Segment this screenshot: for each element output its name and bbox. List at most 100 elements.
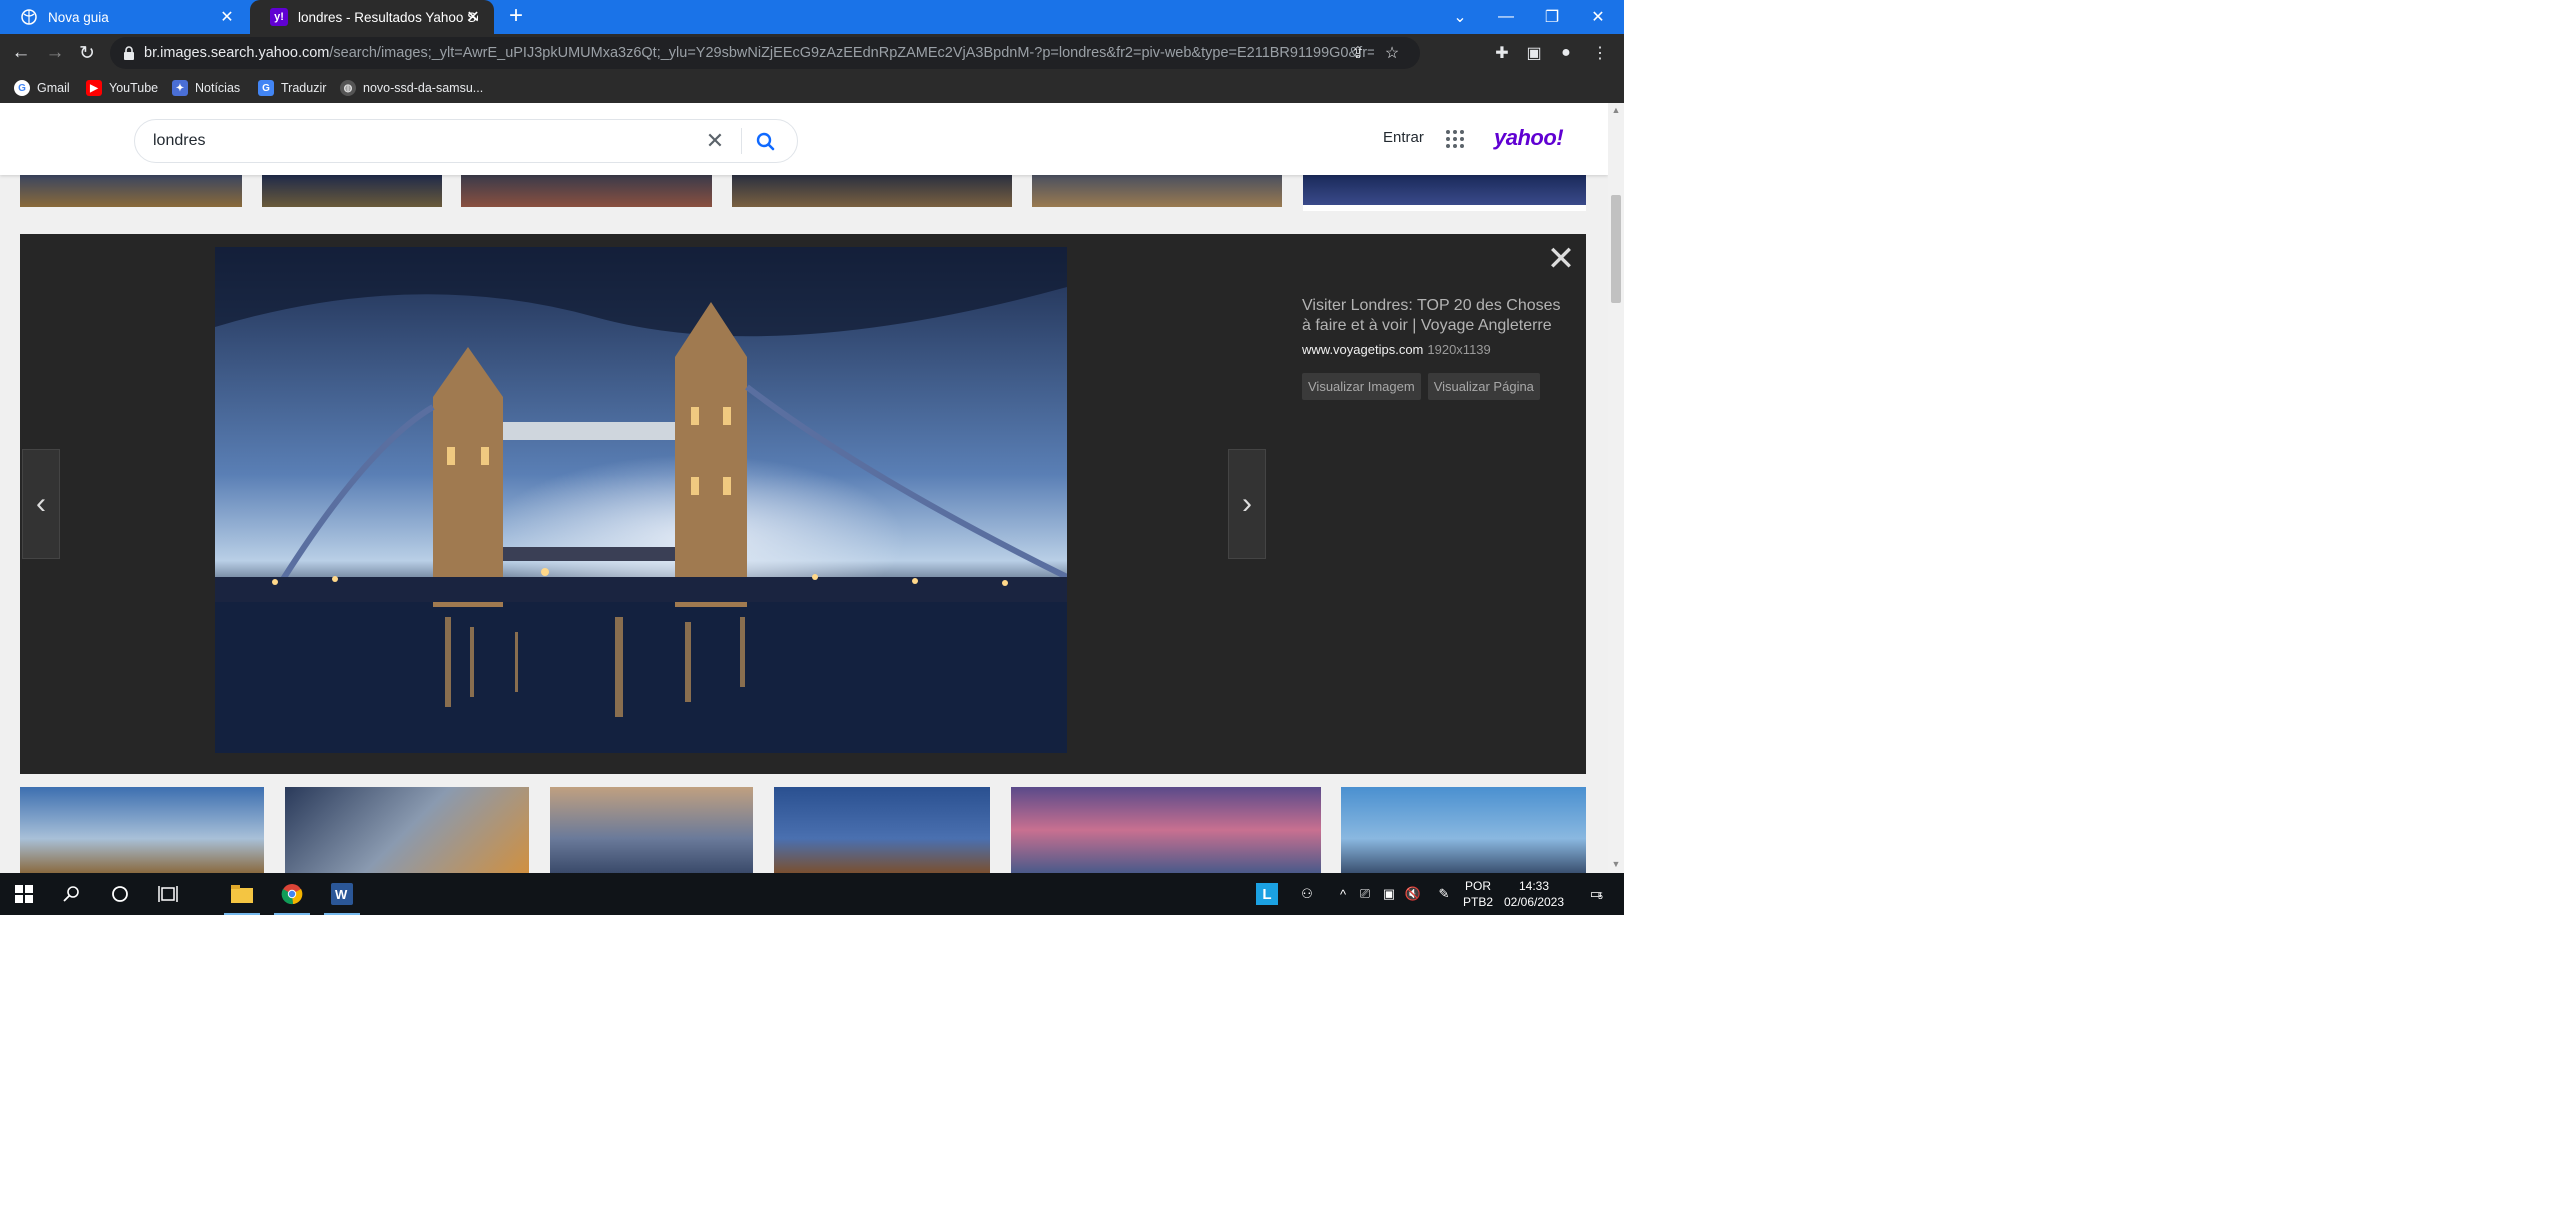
forward-button[interactable]: → (42, 40, 68, 66)
back-button[interactable]: ← (8, 40, 34, 66)
clear-search-icon[interactable]: ✕ (703, 130, 727, 154)
reload-button[interactable]: ↻ (74, 40, 100, 66)
minimize-button[interactable]: — (1480, 0, 1532, 34)
tab-new-tab[interactable]: Nova guia ✕ (0, 0, 248, 34)
bookmark-label: YouTube (109, 81, 159, 95)
google-icon: G (14, 80, 30, 96)
scrollbar-thumb[interactable] (1611, 195, 1621, 303)
tower-bridge-image[interactable] (215, 247, 1067, 753)
word-icon[interactable]: W (318, 873, 366, 915)
image-viewer: ‹ › ✕ Visiter Londres: TOP 20 des Choses… (20, 234, 1586, 774)
thumbnail-image[interactable] (461, 175, 712, 207)
language-code: POR (1464, 879, 1491, 893)
thumbnail-image[interactable] (774, 787, 990, 873)
bookmark-traduzir[interactable]: G Traduzir (258, 78, 326, 98)
translate-icon: G (258, 80, 274, 96)
input-language[interactable]: POR PTB2 (1460, 878, 1496, 910)
close-window-button[interactable]: ✕ (1572, 0, 1624, 34)
pen-icon[interactable]: ✎ (1432, 873, 1456, 915)
file-explorer-icon[interactable] (218, 873, 266, 915)
thumbnail-image[interactable] (20, 787, 264, 873)
windows-taskbar: W L ⚇ ^ ⎚ ▣ 🔇 ✎ POR PTB2 14:33 02/06/202… (0, 873, 1624, 915)
search-icon[interactable] (753, 129, 779, 155)
thumbnail-image[interactable] (262, 175, 442, 207)
url-host: br.images.search.yahoo.com (144, 45, 330, 61)
bookmark-label: Traduzir (281, 81, 327, 95)
news-icon: ✦ (172, 80, 188, 96)
globe-icon: ◍ (340, 80, 356, 96)
bookmark-label: novo-ssd-da-samsu... (363, 81, 484, 95)
close-tab-icon[interactable]: ✕ (218, 8, 236, 26)
close-tab-icon[interactable]: ✕ (464, 8, 482, 26)
extensions-icon[interactable]: ✚ (1490, 41, 1514, 65)
bookmark-noticias[interactable]: ✦ Notícias (172, 78, 240, 98)
image-title[interactable]: Visiter Londres: TOP 20 des Choses à fai… (1302, 296, 1564, 336)
clock-time: 14:33 (1518, 879, 1550, 893)
page-scrollbar[interactable]: ▲ ▼ (1608, 103, 1624, 873)
bookmark-youtube[interactable]: ▶ YouTube (86, 78, 158, 98)
share-icon[interactable]: ⇪ (1346, 41, 1370, 65)
display-icon[interactable]: ▣ (1378, 873, 1400, 915)
notification-center-icon[interactable]: ▭ 5 (1578, 873, 1614, 915)
bookmark-label: Notícias (195, 81, 241, 95)
thumbnail-image[interactable] (732, 175, 1012, 207)
tab-title: Nova guia (48, 9, 109, 25)
network-icon[interactable]: ⎚ (1354, 873, 1376, 915)
signin-link[interactable]: Entrar (1383, 129, 1424, 146)
url-text[interactable]: br.images.search.yahoo.com/search/images… (144, 45, 1374, 61)
chrome-globe-icon (20, 8, 38, 26)
tab-yahoo-search[interactable]: y! londres - Resultados Yahoo Search ✕ (250, 0, 494, 34)
image-source-link[interactable]: www.voyagetips.com (1302, 342, 1423, 357)
search-box[interactable]: ✕ (134, 119, 798, 163)
search-input[interactable] (153, 128, 713, 154)
thumbnail-image[interactable] (1341, 787, 1586, 873)
image-actions: Visualizar Imagem Visualizar Página (1302, 373, 1564, 400)
search-icon[interactable] (48, 873, 96, 915)
close-viewer-icon[interactable]: ✕ (1544, 242, 1578, 278)
bookmark-novo-ssd[interactable]: ◍ novo-ssd-da-samsu... (340, 78, 483, 98)
thumbnail-image[interactable] (1011, 787, 1321, 873)
profile-icon[interactable]: ● (1554, 41, 1578, 65)
yahoo-logo[interactable]: yahoo! (1494, 125, 1564, 151)
thumbnail-image[interactable] (1032, 175, 1282, 207)
windows-start-icon[interactable] (0, 873, 48, 915)
browser-toolbar: ← → ↻ br.images.search.yahoo.com/search/… (0, 34, 1624, 72)
lock-icon[interactable] (122, 45, 136, 61)
address-bar[interactable]: br.images.search.yahoo.com/search/images… (110, 37, 1420, 69)
scroll-down-icon[interactable]: ▼ (1611, 859, 1621, 869)
thumbnail-image-selected[interactable] (1303, 175, 1586, 211)
bookmark-gmail[interactable]: G Gmail (14, 78, 70, 98)
view-image-button[interactable]: Visualizar Imagem (1302, 373, 1421, 400)
yahoo-favicon-icon: y! (270, 8, 288, 26)
restore-button[interactable]: ❐ (1526, 0, 1578, 34)
new-tab-button[interactable]: + (504, 4, 528, 29)
youtube-icon: ▶ (86, 80, 102, 96)
menu-icon[interactable]: ⋮ (1588, 41, 1612, 65)
system-clock[interactable]: 14:33 02/06/2023 (1498, 878, 1570, 910)
bookmark-star-icon[interactable]: ☆ (1380, 41, 1404, 65)
tab-title: londres - Resultados Yahoo Search (298, 9, 478, 25)
task-view-icon[interactable] (144, 873, 192, 915)
people-icon[interactable]: ⚇ (1292, 873, 1322, 915)
page-content: ✕ Entrar yahoo! (0, 103, 1608, 873)
previous-image-button[interactable]: ‹ (22, 449, 60, 559)
tab-search-icon[interactable]: ⌄ (1434, 0, 1486, 34)
thumbnail-image[interactable] (550, 787, 753, 873)
next-image-button[interactable]: › (1228, 449, 1266, 559)
cortana-icon[interactable] (96, 873, 144, 915)
apps-grid-icon[interactable] (1446, 130, 1464, 148)
tab-strip: Nova guia ✕ y! londres - Resultados Yaho… (0, 0, 1624, 34)
scroll-up-icon[interactable]: ▲ (1611, 105, 1621, 115)
view-page-button[interactable]: Visualizar Página (1427, 373, 1540, 400)
bookmark-label: Gmail (37, 81, 70, 95)
show-hidden-icons-icon[interactable]: ^ (1332, 873, 1354, 915)
volume-muted-icon[interactable]: 🔇 (1402, 873, 1424, 915)
url-path: /search/images;_ylt=AwrE_uPIJ3pkUMUMxa3z… (329, 45, 1374, 61)
chrome-icon[interactable] (268, 873, 316, 915)
lexmark-l-icon[interactable]: L (1252, 873, 1282, 915)
side-panel-icon[interactable]: ▣ (1522, 41, 1546, 65)
image-info-panel: Visiter Londres: TOP 20 des Choses à fai… (1302, 296, 1564, 400)
thumbnail-image[interactable] (285, 787, 529, 873)
thumbnail-image[interactable] (20, 175, 242, 207)
clock-date: 02/06/2023 (1503, 895, 1565, 909)
